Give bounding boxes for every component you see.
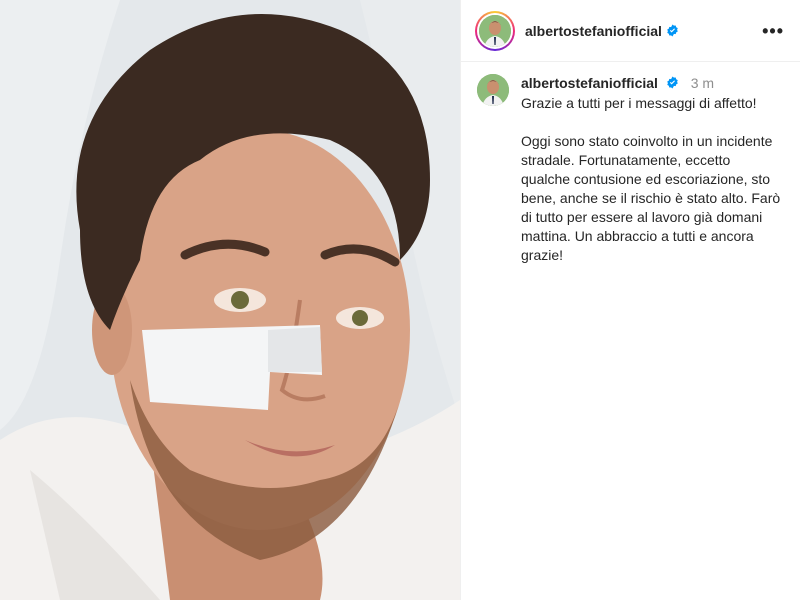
post-timestamp[interactable]: 3 m [691,75,714,91]
verified-badge-icon [667,24,678,37]
profile-avatar[interactable] [479,14,511,47]
instagram-post: albertostefaniofficial ••• albertostefan… [0,0,800,600]
iris-left [231,291,249,309]
avatar-image [479,14,511,47]
header-username[interactable]: albertostefaniofficial [525,23,662,39]
more-options-icon[interactable]: ••• [760,18,786,44]
caption-text: Grazie a tutti per i messaggi di affetto… [521,95,781,263]
caption-avatar[interactable] [477,74,509,106]
caption-body: albertostefaniofficial 3 m Grazie a tutt… [521,74,783,265]
bandage-tape [268,327,322,372]
story-ring[interactable] [475,10,515,51]
caption-username[interactable]: albertostefaniofficial [521,75,658,91]
iris-right [352,310,368,326]
post-photo-illustration [0,0,460,600]
post-photo[interactable] [0,0,460,600]
post-side-panel: albertostefaniofficial ••• albertostefan… [460,0,800,600]
post-caption: albertostefaniofficial 3 m Grazie a tutt… [461,62,800,265]
verified-badge-icon [667,76,678,89]
avatar-image [477,74,509,106]
post-header: albertostefaniofficial ••• [461,0,800,62]
